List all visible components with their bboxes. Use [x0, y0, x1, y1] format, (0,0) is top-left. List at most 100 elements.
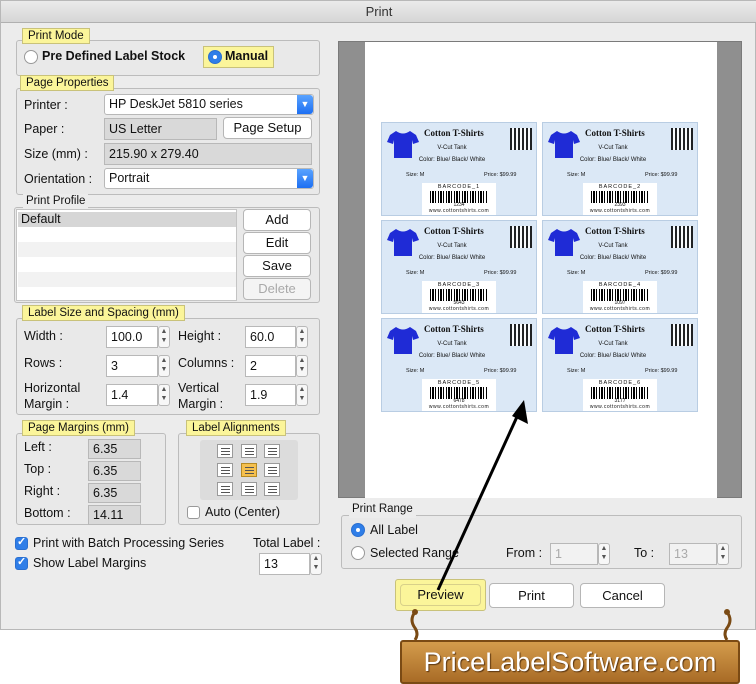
to-input[interactable]: 13: [669, 543, 717, 565]
label-card: Cotton T-Shirts V-Cut Tank Color: Blue/ Bl…: [381, 318, 537, 412]
chevron-down-icon: ▼: [297, 95, 313, 114]
tshirt-icon: [387, 327, 419, 354]
barcode-title: BARCODE_1: [437, 184, 481, 190]
align-button-8[interactable]: [241, 482, 257, 496]
barcode-title: BARCODE_5: [437, 380, 481, 386]
width-input[interactable]: 100.0: [106, 326, 158, 348]
label-title: Cotton T-Shirts: [585, 226, 645, 236]
total-label-stepper[interactable]: ▲ ▼: [310, 553, 322, 575]
label-price: Price: $99.99: [645, 270, 678, 276]
label-title: Cotton T-Shirts: [424, 324, 484, 334]
label-price: Price: $99.99: [484, 368, 517, 374]
orientation-select[interactable]: Portrait ▼: [104, 168, 314, 189]
columns-stepper[interactable]: ▲ ▼: [296, 355, 308, 377]
all-label-text[interactable]: All Label: [370, 523, 418, 537]
all-label-radio[interactable]: [351, 523, 365, 537]
label-color: Color: Blue/ Black/ White: [579, 255, 647, 261]
align-button-2[interactable]: [241, 444, 257, 458]
add-button[interactable]: Add: [243, 209, 311, 231]
total-label-input[interactable]: 13: [259, 553, 310, 575]
list-item[interactable]: [18, 272, 236, 287]
list-item[interactable]: [18, 227, 236, 242]
print-button[interactable]: Print: [489, 583, 574, 608]
delete-button[interactable]: Delete: [243, 278, 311, 300]
show-margins-checkbox[interactable]: [15, 555, 28, 570]
vmargin-label-1: Vertical: [178, 381, 219, 395]
paper-label: Paper :: [24, 122, 65, 136]
vmargin-input[interactable]: 1.9: [245, 384, 296, 406]
align-button-5[interactable]: [241, 463, 257, 477]
selected-range-radio[interactable]: [351, 546, 365, 560]
width-stepper[interactable]: ▲ ▼: [158, 326, 170, 348]
auto-center-checkbox[interactable]: [187, 506, 200, 519]
size-field: 215.90 x 279.40: [104, 143, 312, 165]
label-website: www.cottontshirts.com: [589, 306, 651, 312]
printer-value: HP DeskJet 5810 series: [109, 97, 243, 111]
list-item[interactable]: [18, 287, 236, 300]
align-button-3[interactable]: [264, 444, 280, 458]
label-size: Size: M: [567, 172, 586, 178]
tshirt-icon: [548, 327, 580, 354]
selected-range-text[interactable]: Selected Range: [370, 546, 459, 560]
printer-label: Printer :: [24, 98, 68, 112]
list-item[interactable]: [18, 257, 236, 272]
label-color: Color: Blue/ Black/ White: [579, 157, 647, 163]
label-color: Color: Blue/ Black/ White: [418, 255, 486, 261]
barcode-block: BARCODE_2 2393 www.cottontshirts.com: [583, 183, 657, 215]
vmargin-stepper[interactable]: ▲ ▼: [296, 384, 308, 406]
label-subtitle: V-Cut Tank: [437, 243, 467, 249]
manual-radio[interactable]: [208, 50, 222, 64]
preview-button-label[interactable]: Preview: [400, 584, 481, 606]
list-item[interactable]: [18, 242, 236, 257]
predefined-label[interactable]: Pre Defined Label Stock: [42, 49, 185, 63]
from-stepper[interactable]: ▲ ▼: [598, 543, 610, 565]
save-button[interactable]: Save: [243, 255, 311, 277]
hmargin-input[interactable]: 1.4: [106, 384, 158, 406]
margin-bottom-field: 14.11: [88, 505, 141, 525]
label-size: Size: M: [406, 172, 425, 178]
align-button-6[interactable]: [264, 463, 280, 477]
barcode-block: BARCODE_4 1097 www.cottontshirts.com: [583, 281, 657, 313]
barcode-block: BARCODE_6 3177 www.cottontshirts.com: [583, 379, 657, 411]
label-color: Color: Blue/ Black/ White: [579, 353, 647, 359]
label-website: www.cottontshirts.com: [589, 208, 651, 214]
list-item[interactable]: Default: [18, 212, 236, 227]
margin-right-label: Right :: [24, 484, 61, 498]
page-setup-button[interactable]: Page Setup: [223, 117, 312, 139]
hmargin-stepper[interactable]: ▲ ▼: [158, 384, 170, 406]
cancel-button[interactable]: Cancel: [580, 583, 665, 608]
align-button-4[interactable]: [217, 463, 233, 477]
label-size: Size: M: [567, 368, 586, 374]
preview-button[interactable]: Preview: [395, 579, 486, 611]
manual-label[interactable]: Manual: [225, 49, 268, 63]
printer-select[interactable]: HP DeskJet 5810 series ▼: [104, 94, 314, 115]
align-button-9[interactable]: [264, 482, 280, 496]
columns-input[interactable]: 2: [245, 355, 296, 377]
to-stepper[interactable]: ▲ ▼: [717, 543, 729, 565]
from-label: From :: [506, 546, 543, 560]
label-color: Color: Blue/ Black/ White: [418, 353, 486, 359]
align-button-1[interactable]: [217, 444, 233, 458]
rows-input[interactable]: 3: [106, 355, 158, 377]
rows-label: Rows :: [24, 356, 63, 370]
print-mode-label: Print Mode: [22, 28, 90, 44]
from-input[interactable]: 1: [550, 543, 598, 565]
height-input[interactable]: 60.0: [245, 326, 296, 348]
tshirt-icon: [548, 131, 580, 158]
label-alignments-label: Label Alignments: [186, 420, 286, 436]
height-stepper[interactable]: ▲ ▼: [296, 326, 308, 348]
predefined-radio[interactable]: [24, 50, 38, 64]
orientation-label: Orientation :: [24, 172, 93, 186]
manual-option[interactable]: Manual: [203, 46, 274, 68]
label-size: Size: M: [567, 270, 586, 276]
rows-stepper[interactable]: ▲ ▼: [158, 355, 170, 377]
width-label: Width :: [24, 329, 63, 343]
profile-list[interactable]: Default: [16, 209, 237, 301]
align-button-7[interactable]: [217, 482, 233, 496]
batch-checkbox[interactable]: [15, 535, 28, 550]
barcode-block: BARCODE_5 6478 www.cottontshirts.com: [422, 379, 496, 411]
margin-left-field: 6.35: [88, 439, 141, 459]
edit-button[interactable]: Edit: [243, 232, 311, 254]
barcode-title: BARCODE_6: [598, 380, 642, 386]
print-range-label: Print Range: [349, 502, 416, 518]
